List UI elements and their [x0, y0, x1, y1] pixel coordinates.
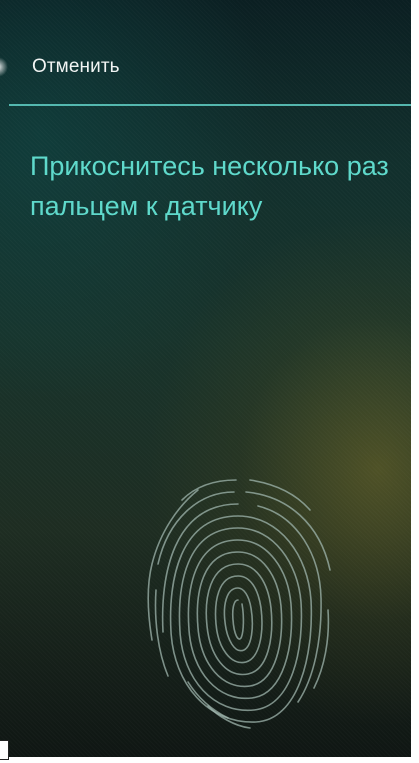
fingerprint-enrollment-screen: Отменить Прикоснитесь несколько раз паль… — [0, 0, 411, 757]
back-indicator-icon — [0, 57, 8, 77]
corner-mark — [0, 740, 9, 760]
top-bar: Отменить — [0, 0, 411, 104]
instruction-text: Прикоснитесь несколько раз пальцем к дат… — [30, 151, 389, 221]
header-divider — [9, 104, 411, 106]
cancel-button[interactable]: Отменить — [10, 50, 120, 84]
cancel-label: Отменить — [32, 56, 120, 77]
fingerprint-icon — [147, 479, 331, 729]
